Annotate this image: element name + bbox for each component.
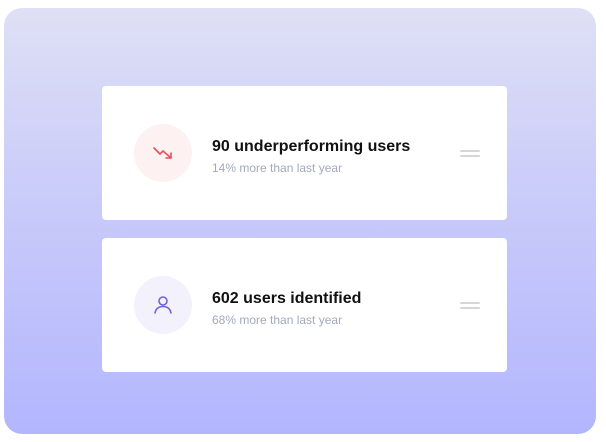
card-title: 90 underperforming users [212,138,411,155]
drag-handle-icon[interactable] [460,301,482,310]
drag-handle-icon[interactable] [460,149,482,158]
card-subtitle: 68% more than last year [212,313,343,327]
user-icon-container [134,276,192,334]
stat-card-underperforming[interactable]: 90 underperforming users 14% more than l… [102,86,507,220]
trending-down-icon [153,147,172,159]
card-subtitle: 14% more than last year [212,161,343,175]
stat-card-identified[interactable]: 602 users identified 68% more than last … [102,238,507,372]
card-title: 602 users identified [212,290,362,307]
trend-icon-container [134,124,192,182]
background-panel: 90 underperforming users 14% more than l… [4,8,596,434]
user-icon [154,296,172,314]
